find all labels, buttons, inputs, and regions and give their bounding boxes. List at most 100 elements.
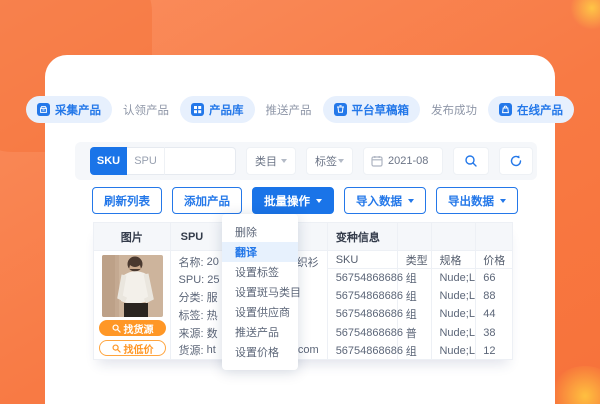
variant-type: 组: [398, 342, 432, 360]
tab-label: 平台草稿箱: [352, 102, 410, 118]
field-label: 名称:: [179, 254, 204, 270]
tab-label: 在线产品: [517, 102, 563, 118]
box-icon: [37, 103, 50, 116]
find-low-price-label: 找低价: [124, 341, 154, 356]
date-picker[interactable]: 2021-08: [363, 147, 443, 175]
add-product-button[interactable]: 添加产品: [172, 187, 242, 214]
variant-header-sku: SKU: [328, 251, 397, 269]
desktop-background: 采集产品 认领产品 产品库 推送产品 平台草稿箱 发布成功: [0, 0, 600, 404]
field-label: SPU:: [179, 274, 205, 286]
tab-claim-products[interactable]: 认领产品: [123, 102, 169, 118]
keyword-type-segment: SKU SPU: [90, 147, 236, 175]
column-header-spacer: [432, 223, 476, 250]
product-table: 图片 SPU 变种信息: [93, 222, 513, 360]
drawer-icon: [334, 103, 347, 116]
column-header-spacer: [476, 223, 512, 250]
table-row: 找货源 找低价 名称: 20 织衫: [94, 251, 512, 360]
menu-item-translate[interactable]: 翻译: [222, 242, 298, 262]
action-toolbar: 刷新列表 添加产品 批量操作 导入数据 导出数据: [92, 187, 518, 214]
tag-select[interactable]: 标签: [306, 147, 353, 175]
variant-type: 组: [398, 305, 432, 323]
field-value: ht: [207, 344, 216, 356]
corner-glow-top-right: [570, 0, 600, 30]
variant-type: 组: [398, 269, 432, 287]
field-label: 来源:: [179, 325, 204, 341]
find-low-price-button[interactable]: 找低价: [99, 340, 166, 356]
variant-sku: 56754868686: [328, 287, 397, 305]
export-data-label: 导出数据: [448, 193, 494, 209]
batch-operations-menu: 删除 翻译 设置标签 设置斑马类目 设置供应商 推送产品 设置价格: [222, 214, 298, 370]
find-supply-button[interactable]: 找货源: [99, 320, 166, 336]
sku-toggle-button[interactable]: SKU: [90, 147, 127, 175]
product-image-cell: 找货源 找低价: [94, 251, 171, 360]
variant-spec: Nude;L: [432, 324, 475, 342]
field-label: 货源:: [179, 342, 204, 358]
export-data-button[interactable]: 导出数据: [436, 187, 518, 214]
tab-online-products[interactable]: 在线产品: [488, 96, 574, 123]
variant-header-type: 类型: [398, 251, 432, 269]
keyword-input[interactable]: [164, 147, 236, 175]
tab-platform-drafts[interactable]: 平台草稿箱: [323, 96, 421, 123]
tab-push-products[interactable]: 推送产品: [266, 102, 312, 118]
menu-item-set-price[interactable]: 设置价格: [222, 342, 298, 362]
variant-price-column: 价格 66 88 44 38 12: [476, 251, 512, 360]
chevron-down-icon: [500, 199, 506, 203]
menu-item-push-product[interactable]: 推送产品: [222, 322, 298, 342]
variant-sku: 56754868686: [328, 342, 397, 360]
import-data-button[interactable]: 导入数据: [344, 187, 426, 214]
search-icon: [112, 324, 121, 333]
field-label: 分类:: [179, 289, 204, 305]
app-window: 采集产品 认领产品 产品库 推送产品 平台草稿箱 发布成功: [45, 55, 555, 404]
variant-spec-column: 规格 Nude;L Nude;L Nude;L Nude;L Nude;L: [432, 251, 476, 360]
search-icon: [464, 154, 478, 168]
column-header-spacer: [398, 223, 433, 250]
variant-price: 88: [476, 287, 512, 305]
tab-label: 采集产品: [55, 102, 101, 118]
tag-select-label: 标签: [315, 153, 337, 169]
tab-collect-products[interactable]: 采集产品: [26, 96, 112, 123]
variant-spec: Nude;L: [432, 269, 475, 287]
batch-operations-button[interactable]: 批量操作: [252, 187, 334, 214]
batch-operations-label: 批量操作: [264, 193, 310, 209]
menu-item-set-supplier[interactable]: 设置供应商: [222, 302, 298, 322]
column-header-variant-info: 变种信息: [328, 223, 398, 250]
variant-spec: Nude;L: [432, 305, 475, 323]
variant-price: 44: [476, 305, 512, 323]
bag-icon: [499, 103, 512, 116]
spu-toggle-button[interactable]: SPU: [127, 147, 164, 175]
table-header-row: 图片 SPU 变种信息: [94, 223, 512, 251]
chevron-down-icon: [338, 159, 344, 163]
category-select-label: 类目: [255, 153, 277, 169]
field-value: 数: [207, 325, 218, 341]
date-picker-value: 2021-08: [388, 155, 428, 167]
variant-price: 12: [476, 342, 512, 360]
field-value-end: com: [298, 344, 319, 356]
variant-type-column: 类型 组 组 组 普 组: [398, 251, 433, 360]
menu-item-set-tag[interactable]: 设置标签: [222, 262, 298, 282]
variant-type: 普: [398, 324, 432, 342]
variant-price: 66: [476, 269, 512, 287]
corner-glow-bottom-right: [550, 366, 600, 404]
calendar-icon: [371, 155, 383, 167]
menu-item-delete[interactable]: 删除: [222, 222, 298, 242]
search-icon: [112, 344, 121, 353]
category-select[interactable]: 类目: [246, 147, 296, 175]
variant-header-price: 价格: [476, 251, 512, 269]
find-supply-label: 找货源: [124, 321, 154, 336]
field-value-end: 织衫: [297, 254, 319, 270]
variant-spec: Nude;L: [432, 287, 475, 305]
search-button[interactable]: [453, 147, 489, 175]
field-value: 20: [207, 256, 219, 268]
menu-item-set-zebra-category[interactable]: 设置斑马类目: [222, 282, 298, 302]
variant-header-spec: 规格: [432, 251, 475, 269]
tab-product-library[interactable]: 产品库: [180, 96, 255, 123]
chevron-down-icon: [316, 199, 322, 203]
refresh-button[interactable]: [499, 147, 533, 175]
tab-publish-success[interactable]: 发布成功: [431, 102, 477, 118]
grid-icon: [191, 103, 204, 116]
variant-sku: 56754868686: [328, 305, 397, 323]
refresh-list-button[interactable]: 刷新列表: [92, 187, 162, 214]
variant-spec: Nude;L: [432, 342, 475, 360]
variant-sku: 56754868686: [328, 269, 397, 287]
variant-sku-column: SKU 56754868686 56754868686 56754868686 …: [328, 251, 398, 360]
